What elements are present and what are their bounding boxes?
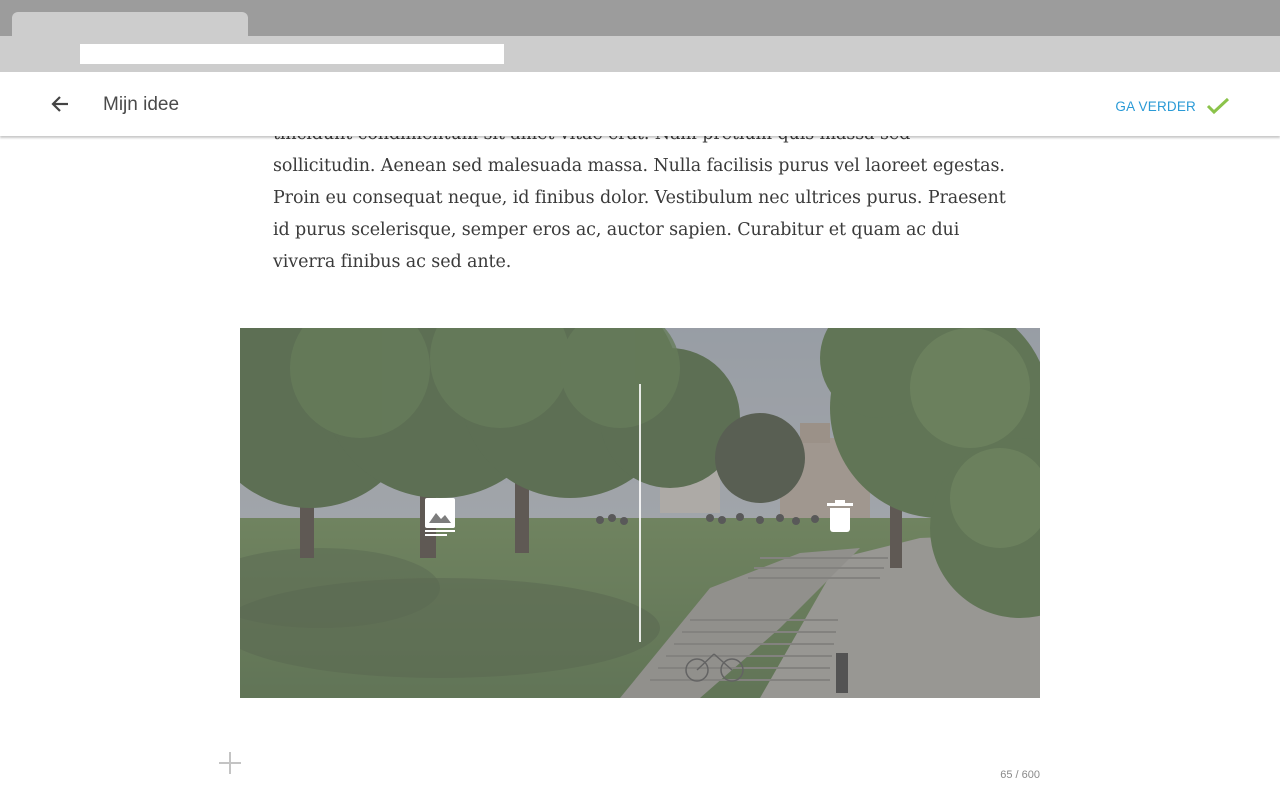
image-caption-icon	[425, 498, 455, 536]
character-counter: 65 / 600	[1000, 769, 1040, 781]
image-block[interactable]	[240, 328, 1040, 698]
delete-image-button[interactable]	[818, 492, 862, 540]
page-title: Mijn idee	[103, 94, 180, 115]
browser-toolbar	[0, 36, 1280, 72]
arrow-left-icon	[51, 96, 68, 112]
add-block-button[interactable]	[217, 750, 243, 776]
check-icon	[1206, 97, 1230, 115]
browser-tab[interactable]	[12, 12, 248, 36]
address-bar[interactable]	[80, 44, 504, 64]
browser-tabstrip	[0, 0, 1280, 36]
trash-icon	[827, 500, 853, 532]
edit-image-button[interactable]	[418, 494, 462, 542]
continue-button[interactable]: GA VERDER	[1115, 94, 1230, 118]
editor-content[interactable]: tincidunt condimentum sit amet vitae era…	[0, 72, 1280, 800]
image-action-divider	[639, 384, 641, 642]
continue-label: GA VERDER	[1115, 98, 1196, 114]
body-paragraph[interactable]: tincidunt condimentum sit amet vitae era…	[273, 118, 1013, 278]
back-button[interactable]	[46, 90, 74, 118]
app-header: Mijn idee GA VERDER	[0, 72, 1280, 136]
